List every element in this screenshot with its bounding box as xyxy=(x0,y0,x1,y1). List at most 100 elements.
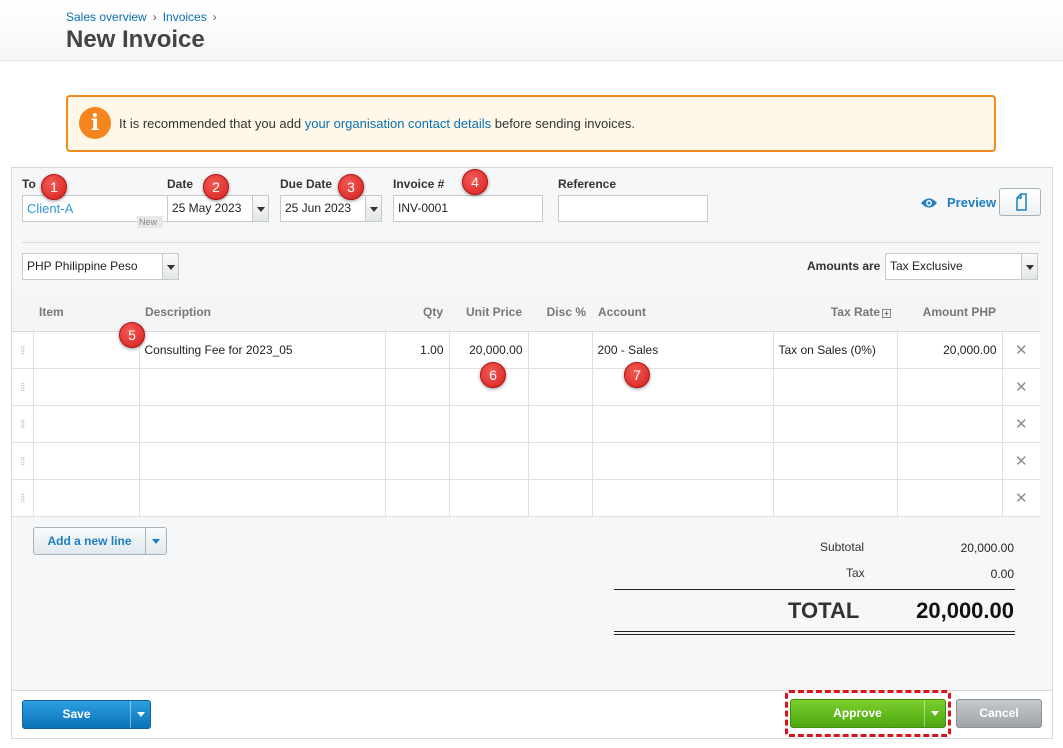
add-new-line-label: Add a new line xyxy=(47,534,132,548)
qty-cell[interactable] xyxy=(384,367,450,406)
due-date-picker-button[interactable] xyxy=(365,195,382,222)
cancel-button[interactable]: Cancel xyxy=(956,699,1042,728)
alert-text-after: before sending invoices. xyxy=(491,116,635,131)
currency-dropdown-button[interactable] xyxy=(162,253,179,280)
amounts-are-label: Amounts are xyxy=(807,259,881,273)
tax-rate-cell[interactable] xyxy=(772,367,898,406)
account-cell[interactable] xyxy=(591,441,774,480)
step-marker-7: 7 xyxy=(624,362,650,388)
tax-rate-cell[interactable] xyxy=(772,478,898,517)
button-split-divider xyxy=(130,701,131,728)
qty-cell[interactable] xyxy=(384,404,450,443)
chevron-down-icon[interactable] xyxy=(152,539,160,544)
step-marker-1: 1 xyxy=(41,174,67,200)
description-cell[interactable] xyxy=(138,478,386,517)
total-double-underline xyxy=(614,634,1015,635)
drag-handle-glyph: ⁞⁞ xyxy=(20,455,25,468)
copy-invoice-button[interactable] xyxy=(999,188,1041,216)
discount-cell[interactable] xyxy=(527,478,593,517)
account-cell[interactable] xyxy=(591,367,774,406)
drag-handle-icon[interactable]: ⁞⁞ xyxy=(12,478,34,517)
approve-button[interactable]: Approve xyxy=(790,699,946,728)
unit-price-cell[interactable] xyxy=(448,404,529,443)
alert-message: It is recommended that you add your orga… xyxy=(119,116,635,131)
amount-cell[interactable] xyxy=(896,367,1003,406)
tax-rate-cell[interactable]: Tax on Sales (0%) xyxy=(772,330,898,369)
column-header-tax-rate[interactable]: Tax Rate + xyxy=(773,294,897,332)
delete-row-button[interactable]: ✕ xyxy=(1001,441,1040,480)
button-split-divider xyxy=(145,528,146,554)
qty-cell[interactable] xyxy=(384,441,450,480)
column-header-qty: Qty xyxy=(385,294,449,332)
account-cell[interactable] xyxy=(591,404,774,443)
amount-cell[interactable] xyxy=(896,441,1003,480)
expand-icon[interactable]: + xyxy=(882,308,891,318)
discount-cell[interactable] xyxy=(527,330,593,369)
tax-rate-cell[interactable] xyxy=(772,404,898,443)
info-icon: i xyxy=(79,107,111,139)
item-cell[interactable] xyxy=(32,367,140,406)
column-header-unit-price: Unit Price xyxy=(449,294,528,332)
approve-label: Approve xyxy=(833,706,882,720)
tax-rate-header-label: Tax Rate xyxy=(830,305,880,320)
drag-handle-icon[interactable]: ⁞⁞ xyxy=(12,330,34,369)
chevron-down-icon xyxy=(1026,265,1034,270)
delete-row-button[interactable]: ✕ xyxy=(1001,404,1040,443)
due-date-label: Due Date xyxy=(280,177,333,191)
drag-handle-icon[interactable]: ⁞⁞ xyxy=(12,404,34,443)
table-row: ⁞⁞ ✕ xyxy=(12,367,1040,406)
breadcrumb-invoices[interactable]: Invoices xyxy=(163,10,207,24)
delete-row-button[interactable]: ✕ xyxy=(1001,330,1040,369)
invoice-number-input[interactable]: INV-0001 xyxy=(393,195,543,222)
amounts-are-dropdown-button[interactable] xyxy=(1021,253,1038,280)
delete-row-button[interactable]: ✕ xyxy=(1001,367,1040,406)
unit-price-cell[interactable] xyxy=(448,478,529,517)
item-cell[interactable] xyxy=(32,478,140,517)
drag-handle-icon[interactable]: ⁞⁞ xyxy=(12,367,34,406)
discount-cell[interactable] xyxy=(527,441,593,480)
date-picker-button[interactable] xyxy=(252,195,269,222)
eye-icon xyxy=(921,198,937,208)
item-cell[interactable] xyxy=(32,404,140,443)
chevron-down-icon[interactable] xyxy=(931,711,939,716)
total-double-underline xyxy=(614,631,1015,632)
currency-select[interactable]: PHP Philippine Peso xyxy=(22,253,163,280)
item-cell[interactable] xyxy=(32,441,140,480)
amount-cell[interactable] xyxy=(896,478,1003,517)
qty-cell[interactable]: 1.00 xyxy=(384,330,450,369)
discount-cell[interactable] xyxy=(527,404,593,443)
reference-label: Reference xyxy=(558,177,617,191)
amounts-are-select[interactable]: Tax Exclusive xyxy=(885,253,1022,280)
description-cell[interactable] xyxy=(138,367,386,406)
account-cell[interactable]: 200 - Sales xyxy=(591,330,774,369)
delete-row-button[interactable]: ✕ xyxy=(1001,478,1040,517)
tax-rate-cell[interactable] xyxy=(772,441,898,480)
organisation-contact-details-link[interactable]: your organisation contact details xyxy=(305,116,491,131)
page-header: Sales overview › Invoices › New Invoice xyxy=(0,0,1063,61)
reference-input[interactable] xyxy=(558,195,708,222)
description-cell[interactable] xyxy=(138,441,386,480)
drag-column-header xyxy=(12,294,33,332)
total-label: TOTAL xyxy=(788,598,860,623)
qty-cell[interactable] xyxy=(384,478,450,517)
close-icon: ✕ xyxy=(1014,378,1028,396)
drag-handle-icon[interactable]: ⁞⁞ xyxy=(12,441,34,480)
column-header-account: Account xyxy=(592,294,773,332)
breadcrumb-sales-overview[interactable]: Sales overview xyxy=(66,10,147,24)
chevron-down-icon[interactable] xyxy=(137,712,145,717)
description-cell[interactable]: Consulting Fee for 2023_05 xyxy=(138,330,386,369)
close-icon: ✕ xyxy=(1014,452,1028,470)
invoice-number-label: Invoice # xyxy=(393,177,445,191)
line-items-body: ⁞⁞ Consulting Fee for 2023_05 1.00 20,00… xyxy=(12,330,1040,517)
add-new-line-button[interactable]: Add a new line xyxy=(33,527,167,555)
discount-cell[interactable] xyxy=(527,367,593,406)
subtotal-label: Subtotal xyxy=(820,540,865,554)
description-cell[interactable] xyxy=(138,404,386,443)
unit-price-cell[interactable] xyxy=(448,441,529,480)
date-input[interactable]: 25 May 2023 xyxy=(167,195,253,222)
copy-icon xyxy=(1016,193,1027,211)
save-button[interactable]: Save xyxy=(22,700,151,729)
amount-cell[interactable]: 20,000.00 xyxy=(896,330,1003,369)
account-cell[interactable] xyxy=(591,478,774,517)
amount-cell[interactable] xyxy=(896,404,1003,443)
